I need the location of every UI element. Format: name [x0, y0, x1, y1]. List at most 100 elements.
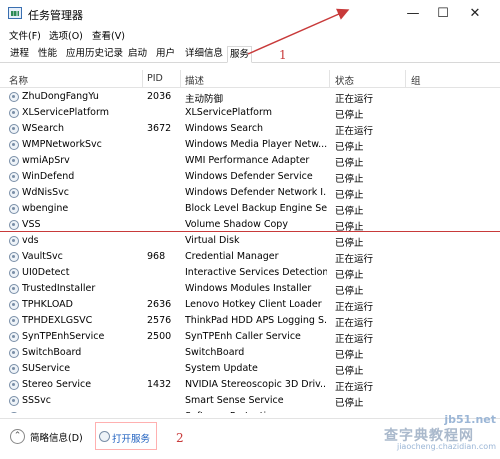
service-icon	[9, 156, 19, 166]
minimize-button[interactable]: —	[398, 4, 428, 24]
title-bar: 任务管理器 — ☐ ✕	[0, 0, 500, 28]
maximize-button[interactable]: ☐	[428, 4, 458, 24]
table-row[interactable]: UI0Detect Interactive Services Detection 已…	[0, 265, 500, 281]
tab-performance[interactable]: 性能	[36, 46, 59, 63]
service-status: 已停止	[335, 270, 364, 281]
service-name: SSSvc	[22, 395, 51, 406]
services-icon	[99, 431, 110, 442]
service-name: ZhuDongFangYu	[22, 91, 99, 102]
service-icon	[9, 284, 19, 294]
service-description: Windows Defender Service	[185, 171, 313, 182]
service-icon	[9, 332, 19, 342]
service-name: vds	[22, 235, 39, 246]
service-status: 正在运行	[335, 126, 374, 137]
menu-view[interactable]: 查看(V)	[92, 28, 125, 42]
service-description: SynTPEnh Caller Service	[185, 331, 301, 342]
column-divider[interactable]	[180, 70, 181, 88]
table-row[interactable]: WinDefend Windows Defender Service 已停止	[0, 169, 500, 185]
service-status: 正在运行	[335, 334, 374, 345]
service-status: 已停止	[335, 206, 364, 217]
table-row[interactable]: WdNisSvc Windows Defender Network I... 已停止	[0, 185, 500, 201]
column-divider[interactable]	[329, 70, 330, 88]
annotation-label-2: 2	[176, 431, 184, 445]
service-pid: 968	[147, 251, 166, 262]
service-icon	[9, 348, 19, 358]
menu-file[interactable]: 文件(F)	[9, 28, 41, 42]
service-name: sppsvc	[22, 411, 140, 413]
service-icon	[9, 268, 19, 278]
table-row[interactable]: SynTPEnhService 2500 SynTPEnh Caller Servi…	[0, 329, 500, 345]
tab-processes[interactable]: 进程	[8, 46, 31, 63]
table-row[interactable]: SUService System Update 已停止	[0, 361, 500, 377]
service-status: 正在运行	[335, 382, 374, 393]
service-icon	[9, 220, 19, 230]
menu-options[interactable]: 选项(O)	[49, 28, 83, 42]
service-description: Volume Shadow Copy	[185, 219, 288, 230]
col-pid[interactable]: PID	[147, 73, 163, 84]
service-status: 已停止	[335, 398, 364, 409]
window-title: 任务管理器	[28, 9, 83, 22]
column-divider[interactable]	[142, 70, 143, 88]
service-name: XLServicePlatform	[22, 107, 109, 118]
table-row[interactable]: TPHDEXLGSVC 2576 ThinkPad HDD APS Logging …	[0, 313, 500, 329]
tab-users[interactable]: 用户	[154, 46, 177, 63]
table-row[interactable]: Stereo Service 1432 NVIDIA Stereoscopic 3D…	[0, 377, 500, 393]
service-description: Software Protection	[185, 411, 327, 413]
tab-details[interactable]: 详细信息	[183, 46, 225, 63]
col-description[interactable]: 描述	[185, 73, 204, 87]
table-row[interactable]: vds Virtual Disk 已停止	[0, 233, 500, 249]
watermark-line-3: jiaocheng.chazidian.com	[396, 442, 496, 451]
service-name: wmiApSrv	[22, 155, 70, 166]
service-icon	[9, 92, 19, 102]
table-row[interactable]: SSSvc Smart Sense Service 已停止	[0, 393, 500, 409]
service-name: wbengine	[22, 203, 69, 214]
service-icon	[9, 316, 19, 326]
table-row[interactable]: WSearch 3672 Windows Search 正在运行	[0, 121, 500, 137]
open-services-button[interactable]: 打开服务	[95, 422, 157, 450]
table-row[interactable]: TrustedInstaller Windows Modules Installe…	[0, 281, 500, 297]
service-pid: 2636	[147, 299, 172, 310]
service-icon	[9, 300, 19, 310]
annotation-divider-line	[0, 231, 500, 232]
task-manager-icon	[8, 7, 22, 19]
service-status: 已停止	[335, 238, 364, 249]
table-row[interactable]: VaultSvc 968 Credential Manager 正在运行	[0, 249, 500, 265]
service-pid: 1432	[147, 379, 172, 390]
service-name: Stereo Service	[22, 379, 92, 390]
chevron-up-icon[interactable]: ⌃	[10, 429, 25, 444]
table-row[interactable]: SwitchBoard SwitchBoard 已停止	[0, 345, 500, 361]
service-icon	[9, 412, 19, 413]
column-header: 名称 PID 描述 状态 组	[0, 70, 500, 88]
table-row[interactable]: XLServicePlatform XLServicePlatform 已停止	[0, 105, 500, 121]
tab-app-history[interactable]: 应用历史记录	[64, 46, 125, 63]
service-icon	[9, 252, 19, 262]
service-name: TrustedInstaller	[22, 283, 96, 294]
service-name: SynTPEnhService	[22, 331, 105, 342]
service-status: 正在运行	[335, 318, 374, 329]
service-icon	[9, 108, 19, 118]
service-status: 已停止	[335, 350, 364, 361]
collapse-details-link[interactable]: 简略信息(D)	[30, 430, 83, 444]
table-row[interactable]: ZhuDongFangYu 2036 主动防御 正在运行	[0, 89, 500, 105]
service-status: 已停止	[335, 174, 364, 185]
service-description: 主动防御	[185, 94, 224, 105]
col-status[interactable]: 状态	[335, 73, 354, 87]
service-icon	[9, 124, 19, 134]
table-row[interactable]: wbengine Block Level Backup Engine Se... 已…	[0, 201, 500, 217]
col-name[interactable]: 名称	[9, 73, 28, 87]
service-icon	[9, 188, 19, 198]
table-row[interactable]: wmiApSrv WMI Performance Adapter 已停止	[0, 153, 500, 169]
service-name: SUService	[22, 363, 71, 374]
service-description: Lenovo Hotkey Client Loader	[185, 299, 322, 310]
table-row[interactable]: TPHKLOAD 2636 Lenovo Hotkey Client Loader 正…	[0, 297, 500, 313]
service-status: 已停止	[335, 190, 364, 201]
table-row[interactable]: WMPNetworkSvc Windows Media Player Netw..…	[0, 137, 500, 153]
service-name: VaultSvc	[22, 251, 63, 262]
tab-startup[interactable]: 启动	[126, 46, 149, 63]
service-description: Windows Media Player Netw...	[185, 139, 327, 150]
close-button[interactable]: ✕	[460, 4, 490, 24]
column-divider[interactable]	[405, 70, 406, 88]
tab-services[interactable]: 服务	[227, 46, 253, 63]
col-group[interactable]: 组	[411, 73, 421, 87]
service-status: 正在运行	[335, 302, 374, 313]
